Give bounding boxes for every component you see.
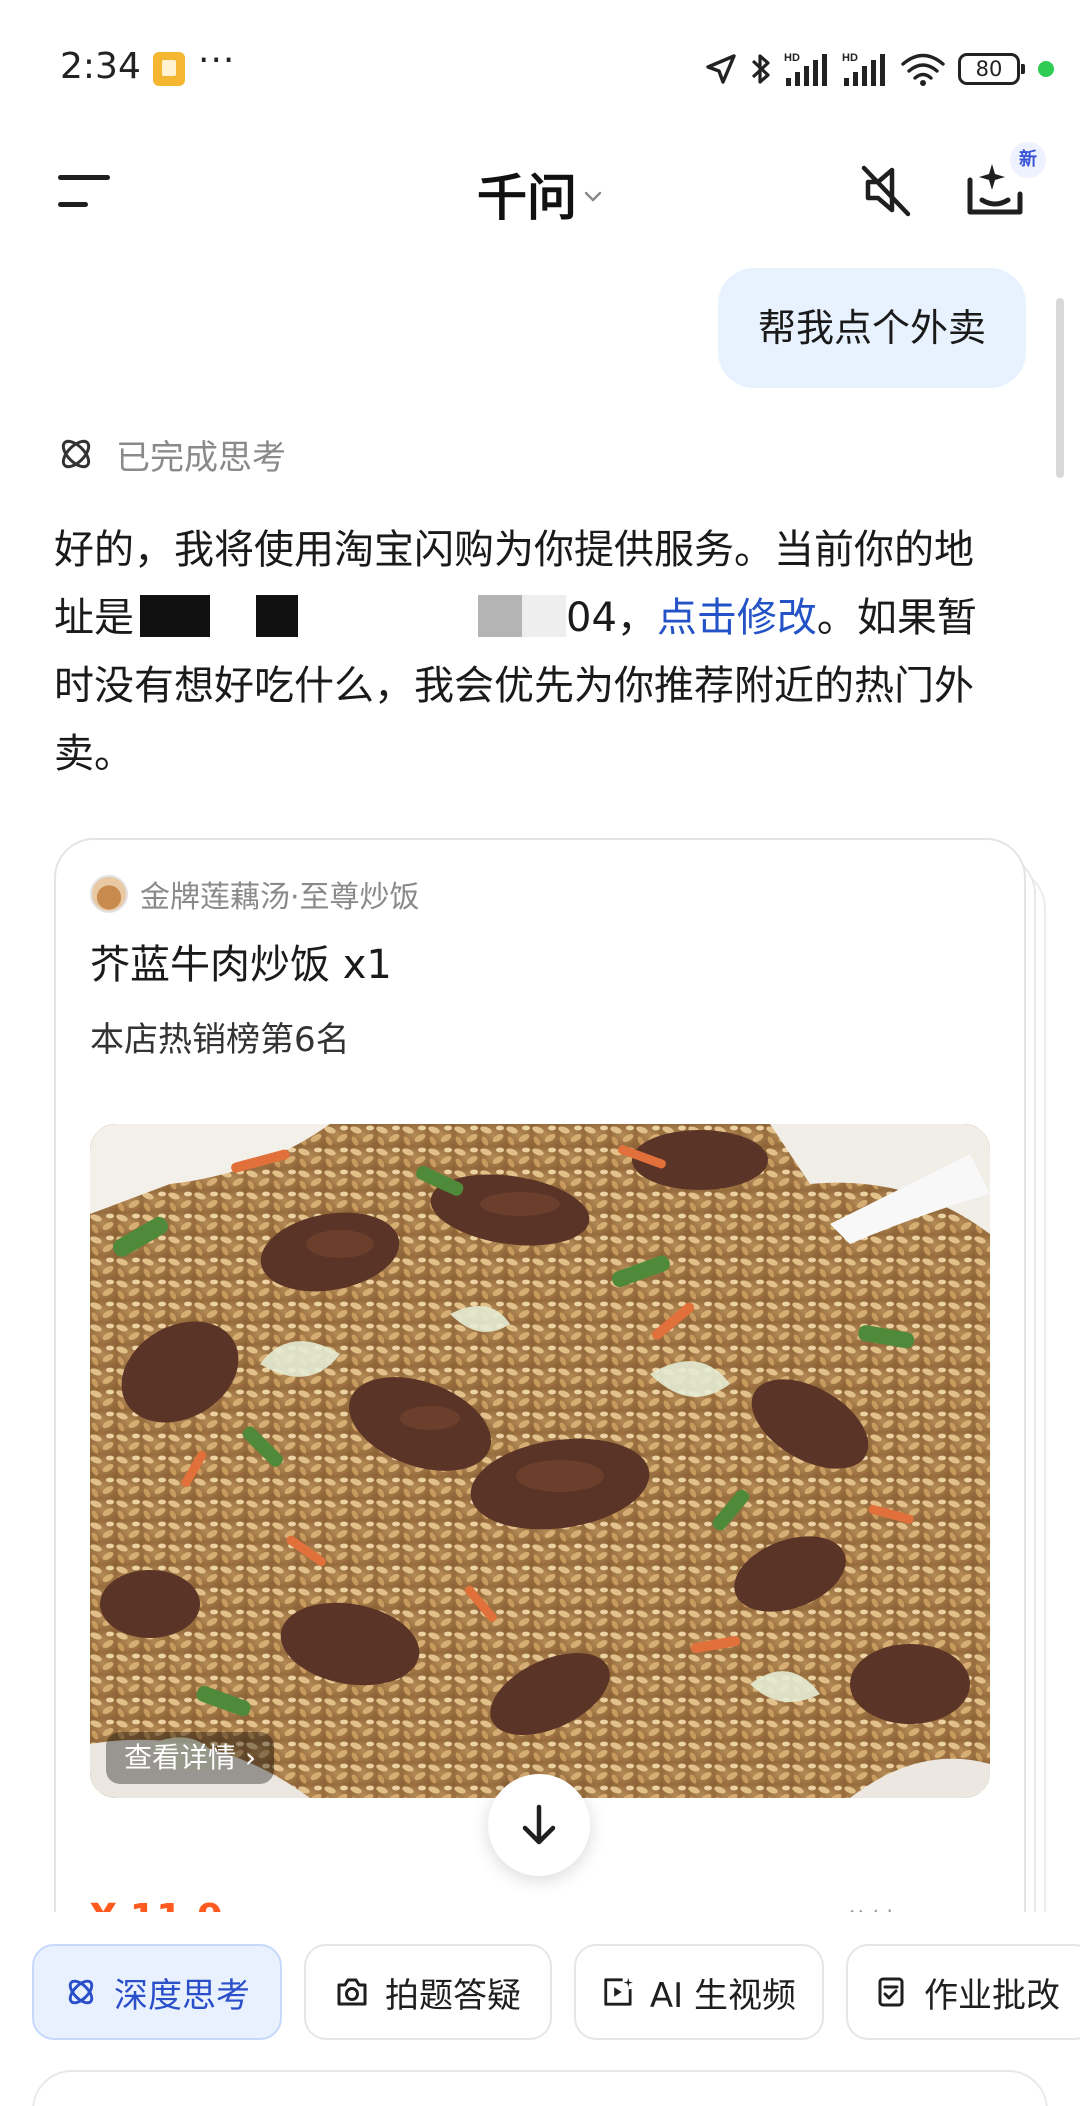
reply-line-3: 时没有想好吃什么，我会优先为你推荐附近的热门外	[54, 663, 974, 709]
deep-think-icon	[61, 439, 91, 469]
homework-icon	[878, 1977, 904, 2007]
chip-deep-think[interactable]: 深度思考	[32, 1944, 282, 2040]
chip-label: 作业批改	[924, 1975, 1060, 2016]
wifi-icon	[901, 53, 945, 86]
video-icon	[604, 1977, 633, 2006]
shop-avatar	[90, 875, 128, 913]
privacy-dot	[1038, 61, 1054, 77]
app-screen: 2:34 ··· HD HD 80 千问 新 帮我点个外卖 已完成思考 好的，我…	[0, 0, 1080, 2106]
signal-icon-1: HD	[784, 52, 827, 86]
thinking-label: 已完成思考	[116, 437, 286, 478]
speaker-muted-icon	[861, 165, 911, 217]
scroll-to-bottom-button[interactable]	[488, 1774, 590, 1876]
shop-info[interactable]: 金牌莲藕汤·至尊炒饭	[90, 874, 420, 915]
redacted-address	[140, 595, 210, 637]
chip-homework-check[interactable]: 作业批改	[846, 1944, 1080, 2040]
edit-address-link[interactable]: 点击修改	[657, 595, 817, 641]
chat-input-box[interactable]	[32, 2070, 1048, 2106]
assistant-reply: 好的，我将使用淘宝闪购为你提供服务。当前你的地 址是 04，点击修改。如果暂 时没…	[54, 516, 1034, 788]
redacted-address	[478, 595, 522, 637]
app-header: 千问 新	[0, 120, 1080, 260]
chip-photo-question[interactable]: 拍题答疑	[304, 1944, 552, 2040]
deep-think-icon	[68, 1979, 94, 2005]
reply-address-tail: 04，	[566, 595, 657, 641]
dish-name: 芥蓝牛肉炒饭 x1	[90, 942, 392, 988]
notes-app-icon	[153, 52, 185, 86]
reply-line-4: 卖。	[54, 731, 134, 777]
page-title: 千问	[477, 169, 577, 227]
reply-line-2-suffix: 。如果暂	[816, 595, 977, 641]
dish-rank: 本店热销榜第6名	[90, 1020, 350, 1060]
chip-ai-video[interactable]: AI 生视频	[574, 1944, 824, 2040]
status-time: 2:34	[60, 46, 141, 87]
hd-label: HD	[784, 52, 800, 64]
redacted-address	[256, 595, 298, 637]
mute-button[interactable]	[856, 160, 916, 220]
model-selector[interactable]: 千问	[0, 158, 1080, 230]
food-image[interactable]: 查看详情 ›	[90, 1124, 990, 1798]
battery-indicator: 80	[958, 53, 1025, 85]
chevron-down-icon	[584, 191, 602, 202]
new-badge: 新	[1010, 142, 1046, 178]
scrollbar[interactable]	[1056, 298, 1064, 478]
bottom-toolbar: 深度思考 拍题答疑 AI 生视频 作业批改	[0, 1912, 1080, 2106]
camera-icon	[337, 1978, 367, 2006]
more-notifications-icon: ···	[198, 40, 236, 81]
chip-label: AI 生视频	[649, 1975, 796, 2016]
redacted-address	[522, 595, 566, 637]
status-bar: 2:34 ··· HD HD 80	[0, 0, 1080, 120]
chip-label: 拍题答疑	[385, 1975, 521, 2016]
thinking-status[interactable]: 已完成思考	[56, 430, 286, 478]
view-details-button[interactable]: 查看详情 ›	[106, 1732, 275, 1784]
location-icon	[706, 54, 736, 84]
reply-address-prefix: 址是	[54, 595, 134, 641]
user-message-bubble[interactable]: 帮我点个外卖	[717, 268, 1026, 388]
fried-rice-photo	[90, 1124, 990, 1798]
chip-label: 深度思考	[114, 1975, 250, 2016]
arrow-down-icon	[522, 1804, 556, 1845]
hd-label-2: HD	[842, 52, 858, 64]
status-icons: HD HD 80	[704, 48, 1054, 90]
reply-line-2: 址是 04，点击修改。如果暂	[54, 584, 1034, 652]
shop-name: 金牌莲藕汤·至尊炒饭	[140, 880, 420, 915]
signal-icon-2: HD	[842, 52, 885, 86]
reply-line-1: 好的，我将使用淘宝闪购为你提供服务。当前你的地	[54, 527, 974, 573]
bluetooth-icon	[751, 54, 770, 84]
quick-action-chips: 深度思考 拍题答疑 AI 生视频 作业批改	[32, 1944, 1080, 2040]
